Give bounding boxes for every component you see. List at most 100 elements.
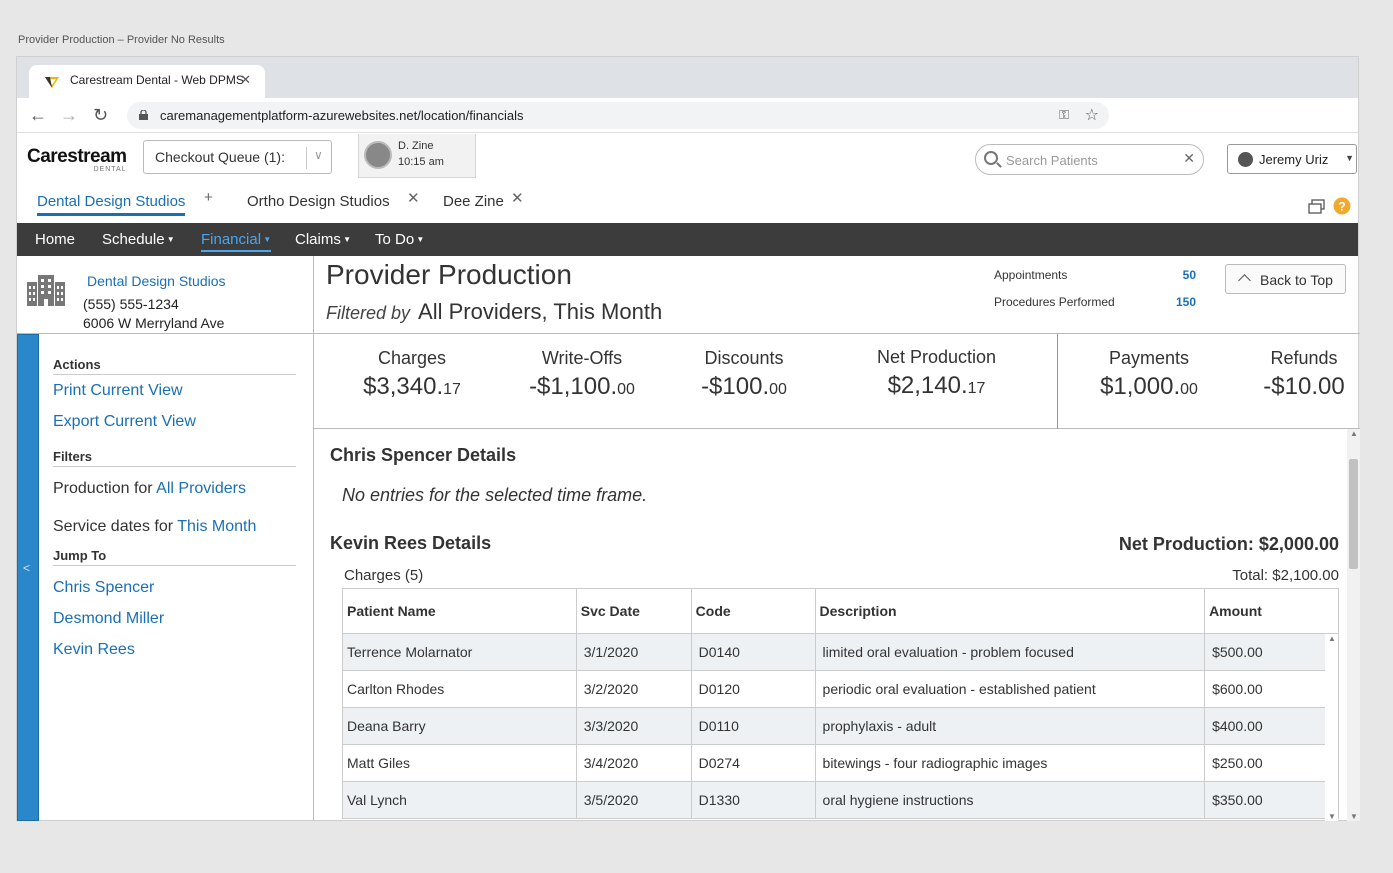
menu-schedule[interactable]: Schedule ▼ bbox=[102, 231, 175, 248]
menu-claims[interactable]: Claims ▼ bbox=[295, 231, 351, 248]
tab-dee-zine[interactable]: Dee Zine ✕ bbox=[443, 190, 524, 210]
jump-desmond-miller-link[interactable]: Desmond Miller bbox=[53, 610, 164, 628]
menu-todo[interactable]: To Do ▼ bbox=[375, 231, 424, 248]
filter-summary: Filtered by All Providers, This Month bbox=[326, 299, 662, 325]
close-tab-icon[interactable]: ✕ bbox=[407, 189, 420, 207]
jump-chris-spencer-link[interactable]: Chris Spencer bbox=[53, 579, 154, 597]
search-input[interactable] bbox=[1006, 150, 1176, 170]
table-cell: 3/4/2020 bbox=[576, 744, 692, 782]
table-scrollbar[interactable]: ▲ ▼ bbox=[1325, 634, 1338, 821]
column-header[interactable]: Code bbox=[691, 588, 816, 634]
forward-arrow-icon[interactable]: → bbox=[60, 104, 78, 126]
production-filter-value[interactable]: All Providers bbox=[156, 480, 246, 497]
appointments-label: Appointments bbox=[994, 268, 1068, 282]
page-header: Provider Production Filtered by All Provi… bbox=[314, 256, 1360, 334]
payments-summary: Payments $1,000.00 bbox=[1084, 348, 1214, 401]
add-tab-icon[interactable]: + bbox=[204, 189, 213, 206]
filter-value: All Providers, This Month bbox=[418, 299, 663, 324]
table-cell: $600.00 bbox=[1204, 670, 1339, 708]
kevin-rees-details-heading: Kevin Rees Details bbox=[330, 533, 492, 553]
table-row[interactable]: Deana Barry 3/3/2020 D0110 prophylaxis - ad… bbox=[342, 707, 1339, 745]
chevron-down-icon: ∨ bbox=[314, 148, 323, 162]
clear-search-icon[interactable]: ✕ bbox=[1183, 150, 1195, 167]
scroll-down-icon[interactable]: ▼ bbox=[1328, 812, 1336, 821]
payments-cents: 00 bbox=[1180, 381, 1198, 398]
chevron-up-icon bbox=[1238, 274, 1251, 287]
scroll-up-icon[interactable]: ▲ bbox=[1328, 634, 1336, 643]
net-production-value: $2,140.17 bbox=[844, 372, 1029, 400]
content-scrollbar[interactable]: ▲ ▼ bbox=[1347, 429, 1360, 821]
menu-financial[interactable]: Financial ▼ bbox=[201, 231, 272, 252]
refunds-dollars: -$10.00 bbox=[1263, 373, 1345, 400]
key-icon[interactable]: ⚿ bbox=[1059, 107, 1069, 123]
column-header[interactable]: Description bbox=[815, 588, 1206, 634]
appointments-value[interactable]: 50 bbox=[1156, 268, 1196, 282]
table-cell: periodic oral evaluation - established p… bbox=[815, 670, 1206, 708]
column-header[interactable]: Svc Date bbox=[576, 588, 692, 634]
writeoffs-dollars: -$1,100. bbox=[529, 373, 618, 400]
refunds-value: -$10.00 bbox=[1249, 373, 1359, 401]
table-row[interactable]: Matt Giles 3/4/2020 D0274 bitewings - four … bbox=[342, 744, 1339, 782]
location-name-link[interactable]: Dental Design Studios bbox=[87, 273, 226, 289]
scroll-down-icon[interactable]: ▼ bbox=[1350, 812, 1358, 821]
browser-tab[interactable]: Carestream Dental - Web DPMS ✕ bbox=[29, 65, 265, 98]
carestream-logo: Carestream DENTAL bbox=[27, 146, 127, 173]
column-header[interactable]: Patient Name bbox=[342, 588, 577, 634]
menu-home[interactable]: Home bbox=[35, 231, 75, 248]
app-root: Carestream DENTAL Checkout Queue (1): ∨ … bbox=[17, 134, 1360, 821]
service-dates-filter: Service dates for This Month bbox=[53, 518, 256, 536]
table-row[interactable]: Carlton Rhodes 3/2/2020 D0120 periodic oral… bbox=[342, 670, 1339, 708]
tab-ortho-design-studios[interactable]: Ortho Design Studios ✕ bbox=[247, 190, 420, 210]
export-current-view-link[interactable]: Export Current View bbox=[53, 413, 196, 431]
window-caption: Provider Production – Provider No Result… bbox=[18, 34, 225, 46]
close-tab-icon[interactable]: ✕ bbox=[511, 189, 524, 207]
location-tabs: Dental Design Studios + Ortho Design Stu… bbox=[17, 186, 1358, 222]
tab-label: Dental Design Studios bbox=[37, 193, 186, 210]
summary-divider bbox=[1057, 334, 1058, 429]
back-arrow-icon[interactable]: ← bbox=[29, 104, 47, 126]
help-icon[interactable]: ? bbox=[1333, 197, 1351, 215]
reload-icon[interactable]: ↻ bbox=[93, 104, 108, 126]
refunds-summary: Refunds -$10.00 bbox=[1249, 348, 1359, 401]
net-production-summary: Net Production $2,140.17 bbox=[844, 347, 1029, 400]
close-tab-icon[interactable]: ✕ bbox=[240, 72, 251, 88]
table-row[interactable]: Val Lynch 3/5/2020 D1330 oral hygiene instr… bbox=[342, 781, 1339, 819]
caret-down-icon: ▼ bbox=[261, 235, 272, 244]
payments-value: $1,000.00 bbox=[1084, 373, 1214, 401]
location-address: 6006 W Merryland Ave bbox=[83, 315, 225, 331]
table-cell: bitewings - four radiographic images bbox=[815, 744, 1206, 782]
collapse-sidebar-handle[interactable]: < bbox=[17, 334, 39, 821]
chevron-left-icon: < bbox=[23, 561, 31, 575]
url-field[interactable]: caremanagementplatform-azurewebsites.net… bbox=[127, 102, 1109, 129]
production-summary: Charges $3,340.17 Write-Offs -$1,100.00 … bbox=[314, 334, 1360, 429]
procedures-label: Procedures Performed bbox=[994, 295, 1115, 309]
table-cell: 3/3/2020 bbox=[576, 707, 692, 745]
user-menu-button[interactable]: Jeremy Uriz ▼ bbox=[1227, 144, 1357, 174]
sidebar: Dental Design Studios (555) 555-1234 600… bbox=[17, 256, 314, 821]
star-icon[interactable]: ☆ bbox=[1085, 105, 1099, 125]
procedures-value[interactable]: 150 bbox=[1156, 295, 1196, 309]
table-cell: 3/2/2020 bbox=[576, 670, 692, 708]
scroll-thumb[interactable] bbox=[1349, 459, 1358, 569]
service-dates-value[interactable]: This Month bbox=[177, 518, 256, 535]
active-user-chip[interactable]: D. Zine 10:15 am bbox=[358, 134, 476, 178]
avatar bbox=[364, 141, 392, 169]
payments-dollars: $1,000. bbox=[1100, 373, 1181, 400]
scroll-up-icon[interactable]: ▲ bbox=[1350, 429, 1358, 438]
column-header[interactable]: Amount bbox=[1204, 588, 1339, 634]
tab-dental-design-studios[interactable]: Dental Design Studios + bbox=[37, 189, 213, 216]
table-cell: oral hygiene instructions bbox=[815, 781, 1206, 819]
windows-icon[interactable] bbox=[1308, 199, 1326, 215]
table-cell: limited oral evaluation - problem focuse… bbox=[815, 633, 1206, 671]
browser-window: Carestream Dental - Web DPMS ✕ ← → ↻ car… bbox=[16, 56, 1360, 821]
table-row[interactable]: Terrence Molarnator 3/1/2020 D0140 limited … bbox=[342, 633, 1339, 671]
back-to-top-button[interactable]: Back to Top bbox=[1225, 264, 1346, 294]
user-menu-name: Jeremy Uriz bbox=[1259, 152, 1329, 167]
browser-tab-title: Carestream Dental - Web DPMS bbox=[70, 73, 244, 87]
browser-tabstrip: Carestream Dental - Web DPMS ✕ bbox=[17, 57, 1358, 98]
url-text: caremanagementplatform-azurewebsites.net… bbox=[160, 108, 524, 123]
jump-kevin-rees-link[interactable]: Kevin Rees bbox=[53, 641, 135, 659]
checkout-queue-select[interactable]: Checkout Queue (1): ∨ bbox=[143, 140, 332, 174]
table-cell: D0110 bbox=[691, 707, 816, 745]
print-current-view-link[interactable]: Print Current View bbox=[53, 382, 183, 400]
